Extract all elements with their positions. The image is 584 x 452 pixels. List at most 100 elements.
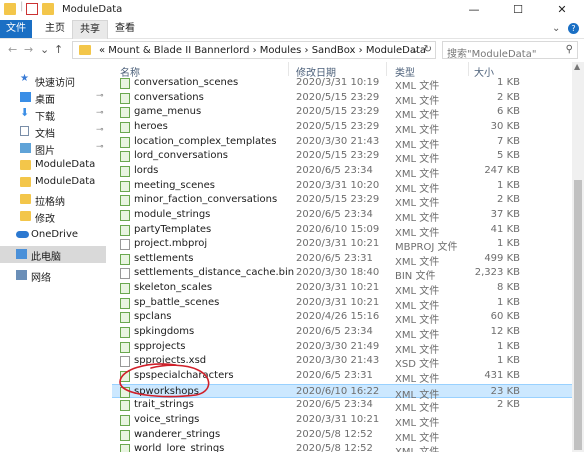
table-row[interactable]: settlements_distance_cache.bin 2020/3/30 …	[112, 266, 572, 282]
nav-item-laguna[interactable]: 拉格纳	[0, 191, 106, 208]
properties-icon[interactable]	[26, 3, 38, 15]
new-folder-icon[interactable]	[42, 3, 54, 15]
table-row[interactable]: spkingdoms 2020/6/5 23:34 XML 文件 12 KB	[112, 325, 572, 341]
file-name: settlements	[134, 252, 194, 264]
table-row[interactable]: world_lore_strings 2020/5/8 12:52 XML 文件	[112, 442, 572, 452]
file-date: 2020/3/31 10:21	[296, 296, 380, 308]
file-date: 2020/6/5 23:34	[296, 208, 373, 220]
xml-file-icon	[120, 92, 130, 104]
tab-view[interactable]: 查看	[108, 20, 142, 38]
title-bar: | ModuleData — ☐ ✕	[0, 0, 584, 20]
table-row[interactable]: minor_faction_conversations 2020/5/15 23:…	[112, 193, 572, 209]
xml-file-icon	[120, 429, 130, 441]
nav-item-onedrive[interactable]: OneDrive	[0, 227, 106, 244]
maximize-button[interactable]: ☐	[496, 0, 540, 20]
xml-file-icon	[120, 165, 130, 177]
forward-button[interactable]: →	[24, 43, 33, 56]
download-icon: ⬇	[20, 106, 30, 119]
file-date: 2020/3/31 10:21	[296, 238, 380, 250]
column-divider[interactable]	[386, 62, 387, 76]
nav-item-moduledata-1[interactable]: ModuleData	[0, 157, 106, 174]
network-icon	[16, 270, 27, 280]
table-row[interactable]: skeleton_scales 2020/3/31 10:21 XML 文件 8 KB	[112, 281, 572, 297]
table-row[interactable]: trait_strings 2020/6/5 23:34 XML 文件 2 KB	[112, 398, 572, 414]
nav-item-desktop[interactable]: 桌面 ⊸	[0, 89, 106, 106]
nav-item-downloads[interactable]: ⬇ 下载 ⊸	[0, 106, 106, 123]
nav-item-moduledata-2[interactable]: ModuleData	[0, 174, 106, 191]
table-row[interactable]: spprojects.xsd 2020/3/30 21:43 XSD 文件 1 KB	[112, 354, 572, 370]
pin-icon: ⊸	[96, 108, 104, 118]
minimize-button[interactable]: —	[452, 0, 496, 20]
nav-item-modify[interactable]: 修改	[0, 208, 106, 225]
window-title: ModuleData	[62, 4, 123, 15]
nav-item-quick-access[interactable]: ★ 快速访问	[0, 72, 106, 89]
xml-file-icon	[120, 195, 130, 207]
table-row[interactable]: meeting_scenes 2020/3/31 10:20 XML 文件 1 KB	[112, 179, 572, 195]
table-row[interactable]: conversations 2020/5/15 23:29 XML 文件 2 KB	[112, 91, 572, 107]
file-name: module_strings	[134, 208, 211, 220]
file-name: settlements_distance_cache.bin	[134, 267, 295, 279]
table-row[interactable]: heroes 2020/5/15 23:29 XML 文件 30 KB	[112, 120, 572, 136]
file-date: 2020/5/8 12:52	[296, 428, 373, 440]
table-row[interactable]: spclans 2020/4/26 15:16 XML 文件 60 KB	[112, 310, 572, 326]
chevron-down-icon[interactable]: ⌄	[411, 45, 419, 56]
xml-file-icon	[120, 78, 130, 89]
nav-item-documents[interactable]: 文档 ⊸	[0, 123, 106, 140]
file-size: 41 KB	[490, 223, 520, 235]
tab-home[interactable]: 主页	[38, 20, 72, 38]
table-row[interactable]: location_complex_templates 2020/3/30 21:4…	[112, 135, 572, 151]
table-row[interactable]: sp_battle_scenes 2020/3/31 10:21 XML 文件 1 K…	[112, 296, 572, 312]
table-row[interactable]: voice_strings 2020/3/31 10:21 XML 文件	[112, 413, 572, 429]
file-name: heroes	[134, 120, 168, 132]
file-name: trait_strings	[134, 399, 194, 411]
nav-item-label: 下载	[35, 112, 55, 123]
table-row[interactable]: conversation_scenes 2020/3/31 10:19 XML 文件…	[112, 76, 572, 92]
nav-item-pictures[interactable]: 图片 ⊸	[0, 140, 106, 157]
pin-icon: ⊸	[96, 91, 104, 101]
search-input[interactable]: 搜索"ModuleData" ⚲	[442, 41, 578, 60]
back-button[interactable]: ←	[8, 43, 17, 56]
xml-file-icon	[120, 224, 130, 236]
up-button[interactable]: ↑	[54, 43, 63, 56]
table-row[interactable]: lord_conversations 2020/5/15 23:29 XML 文件 5…	[112, 149, 572, 165]
file-name: game_menus	[134, 106, 202, 118]
nav-item-network[interactable]: 网络	[0, 267, 106, 284]
file-size: 2 KB	[497, 91, 520, 103]
help-icon[interactable]: ?	[568, 23, 579, 34]
nav-item-label: 图片	[35, 146, 55, 157]
folder-icon	[20, 211, 31, 221]
xml-file-icon	[120, 209, 130, 221]
table-row[interactable]: module_strings 2020/6/5 23:34 XML 文件 37 KB	[112, 208, 572, 224]
scroll-up-arrow[interactable]: ▲	[574, 62, 580, 71]
vertical-scrollbar[interactable]: ▲	[572, 62, 584, 452]
file-date: 2020/5/8 12:52	[296, 443, 373, 452]
expand-ribbon-icon[interactable]: ⌄	[552, 23, 560, 34]
tab-share[interactable]: 共享	[72, 20, 108, 39]
table-row[interactable]: game_menus 2020/5/15 23:29 XML 文件 6 KB	[112, 105, 572, 121]
file-size: 8 KB	[497, 282, 520, 294]
table-row[interactable]: settlements 2020/6/5 23:31 XML 文件 499 KB	[112, 252, 572, 268]
scrollbar-thumb[interactable]	[574, 180, 582, 450]
table-row[interactable]: spworkshops 2020/6/10 16:22 XML 文件 23 KB	[112, 383, 572, 401]
xml-file-icon	[120, 283, 130, 295]
xml-file-icon	[120, 121, 130, 133]
table-row[interactable]: project.mbproj 2020/3/31 10:21 MBPROJ 文件 1 …	[112, 237, 572, 253]
table-row[interactable]: spprojects 2020/3/30 21:49 XML 文件 1 KB	[112, 340, 572, 356]
recent-locations-button[interactable]: ⌄	[40, 43, 49, 56]
refresh-icon[interactable]: ↻	[424, 44, 432, 55]
table-row[interactable]: wanderer_strings 2020/5/8 12:52 XML 文件	[112, 428, 572, 444]
table-row[interactable]: partyTemplates 2020/6/10 15:09 XML 文件 41 KB	[112, 223, 572, 239]
column-divider[interactable]	[468, 62, 469, 76]
breadcrumb[interactable]: « Mount & Blade II Bannerlord › Modules …	[99, 45, 426, 56]
file-date: 2020/6/5 23:34	[296, 399, 373, 411]
file-name: minor_faction_conversations	[134, 194, 278, 206]
address-bar[interactable]: « Mount & Blade II Bannerlord › Modules …	[72, 41, 436, 59]
table-row[interactable]: lords 2020/6/5 23:34 XML 文件 247 KB	[112, 164, 572, 180]
nav-item-this-pc[interactable]: 此电脑	[0, 246, 106, 263]
column-divider[interactable]	[288, 62, 289, 76]
tab-file[interactable]: 文件	[0, 20, 32, 38]
search-icon[interactable]: ⚲	[566, 44, 573, 55]
close-button[interactable]: ✕	[540, 0, 584, 20]
table-row[interactable]: spspecialcharacters 2020/6/5 23:31 XML 文件 4…	[112, 369, 572, 385]
navigation-pane: ★ 快速访问 桌面 ⊸ ⬇ 下载 ⊸ 文档 ⊸ 图片 ⊸ ModuleData …	[0, 62, 106, 452]
